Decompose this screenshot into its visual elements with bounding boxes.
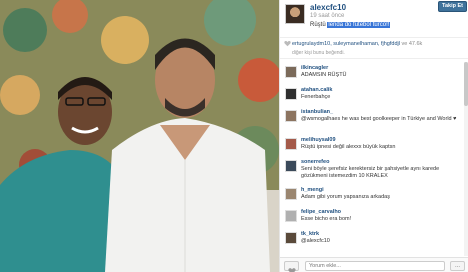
comment-item: ilkincagler ADAMSIN RÜŞTÜ	[280, 64, 464, 86]
comment-list: ilkincagler ADAMSIN RÜŞTÜ atahan.calik Fene…	[280, 64, 464, 256]
comment-avatar[interactable]	[285, 110, 297, 122]
photo-illustration	[0, 0, 279, 272]
heart-icon	[287, 268, 296, 272]
likers-list: ertugrulaydm10, suleymanelhaman, fjhgfdd…	[292, 41, 423, 47]
comment-text: Esse bicho era bom!	[301, 216, 352, 222]
comment-username[interactable]: ilkincagler	[301, 64, 464, 71]
comment-item: istanbulian_ @wsmogalhaes he was best goo…	[280, 108, 464, 136]
comment-avatar[interactable]	[285, 66, 297, 78]
more-options-button[interactable]: ...	[450, 261, 465, 271]
comment-username[interactable]: h_mengi	[301, 186, 464, 193]
comment-username[interactable]: tk_ktrk	[301, 230, 464, 237]
liker-link[interactable]: suleymanelhaman	[333, 41, 378, 47]
comment-text: ADAMSIN RÜŞTÜ	[301, 72, 347, 78]
comment-avatar[interactable]	[285, 188, 297, 200]
like-button[interactable]	[284, 261, 299, 272]
comment-text: @alexcfc10	[301, 238, 330, 244]
comment-avatar[interactable]	[285, 232, 297, 244]
comment-item: h_mengi Adam gibi yorum yapsanıza arkadaş	[280, 186, 464, 208]
post-username[interactable]: alexcfc10	[310, 3, 346, 12]
comment-text: Adam gibi yorum yapsanıza arkadaş	[301, 194, 390, 200]
post-photo[interactable]	[0, 0, 279, 272]
comment-text: Rüştü ipnesi değil alexxx büyük kaptsn	[301, 144, 396, 150]
heart-icon	[284, 40, 291, 47]
comment-username[interactable]: sonerrefeo	[301, 158, 464, 165]
comment-avatar[interactable]	[285, 88, 297, 100]
caption-username[interactable]: Rüştü	[310, 22, 326, 28]
liker-link[interactable]: ertugrulaydm10	[292, 41, 330, 47]
comment-avatar[interactable]	[285, 138, 297, 150]
comments-scrollbar[interactable]	[464, 62, 468, 256]
post-footer: ...	[280, 257, 468, 272]
comment-avatar[interactable]	[285, 160, 297, 172]
comment-username[interactable]: felipe_carvalho	[301, 208, 464, 215]
comment-text: Fenerbahçe	[301, 94, 331, 100]
comment-item: atahan.calik Fenerbahçe	[280, 86, 464, 108]
post-side-panel: alexcfc10 19 saat önce Rüştü lenda do fu…	[279, 0, 468, 272]
comment-username[interactable]: atahan.calik	[301, 86, 464, 93]
like-note: diğer kişi bunu beğendi.	[292, 50, 345, 56]
comment-item: felipe_carvalho Esse bicho era bom!	[280, 208, 464, 230]
caption-text: lenda do futebol turco!!	[327, 22, 391, 28]
like-count[interactable]: ve 47.6k	[401, 41, 422, 47]
comment-input[interactable]	[305, 261, 445, 271]
likes-summary: ertugrulaydm10, suleymanelhaman, fjhgfdd…	[280, 37, 468, 59]
avatar[interactable]	[285, 4, 305, 24]
liker-link[interactable]: fjhgfddjl	[381, 41, 400, 47]
comment-avatar[interactable]	[285, 210, 297, 222]
follow-button[interactable]: Takip Et	[438, 1, 467, 12]
comment-username[interactable]: istanbulian_	[301, 108, 464, 115]
comment-text: @wsmogalhaes he was best goolkeeper in T…	[301, 116, 457, 122]
post-header: alexcfc10 19 saat önce Rüştü lenda do fu…	[280, 0, 468, 36]
comment-username[interactable]: melihuysal09	[301, 136, 464, 143]
comment-item: melihuysal09 Rüştü ipnesi değil alexxx bü…	[280, 136, 464, 158]
scroll-thumb[interactable]	[464, 62, 468, 106]
post-timestamp: 19 saat önce	[310, 13, 345, 19]
comment-item: tk_ktrk @alexcfc10	[280, 230, 464, 252]
comment-text: Seni böyle şerefsiz kerektersiz bir şahs…	[301, 166, 440, 179]
comment-item: sonerrefeo Seni böyle şerefsiz kerektersi…	[280, 158, 464, 186]
post-caption: Rüştü lenda do futebol turco!!	[310, 22, 391, 28]
